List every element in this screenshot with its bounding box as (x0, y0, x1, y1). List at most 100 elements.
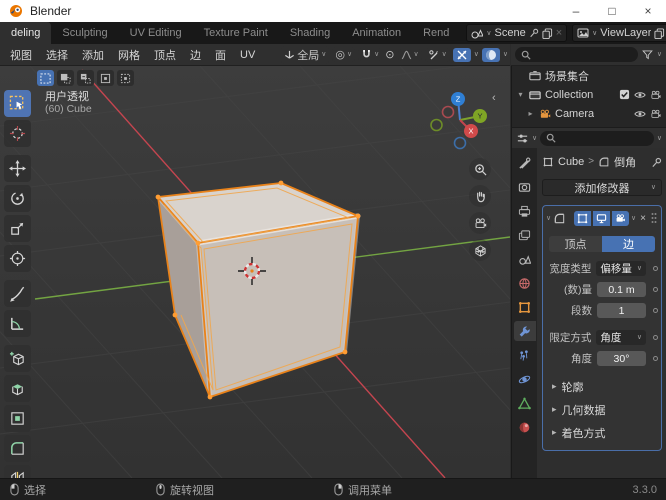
tab-uv-editing[interactable]: UV Editing (119, 22, 193, 44)
chevron-down-icon[interactable]: ∨ (532, 135, 537, 142)
tab-modeling[interactable]: deling (0, 22, 52, 44)
outliner-search-input[interactable] (515, 47, 638, 62)
select-mode-invert-button[interactable] (97, 70, 114, 86)
display-render-toggle[interactable] (612, 210, 630, 226)
inset-faces-tool[interactable] (4, 405, 31, 432)
affect-vertices-button[interactable]: 顶点 (549, 236, 602, 252)
transform-orientation-dropdown[interactable]: 全局 ∨ (281, 45, 330, 64)
add-cube-tool[interactable] (4, 345, 31, 372)
delete-modifier-button[interactable]: × (638, 213, 648, 224)
tab-object-data[interactable] (514, 393, 536, 413)
tab-scene[interactable] (514, 249, 536, 269)
amount-field[interactable]: 0.1 m (596, 282, 646, 297)
falloff-dropdown[interactable]: ∨ (397, 48, 422, 61)
width-type-dropdown[interactable]: 偏移量 ∨ (596, 261, 646, 276)
chevron-down-icon[interactable]: ∨ (657, 51, 662, 58)
decorator-dot[interactable] (653, 266, 658, 271)
shading-mode-toggle[interactable] (481, 47, 500, 62)
new-viewlayer-icon[interactable] (654, 27, 665, 39)
menu-edge[interactable]: 边 (183, 47, 208, 63)
xray-toggle[interactable] (452, 47, 471, 62)
eye-icon[interactable] (634, 90, 646, 100)
limit-method-dropdown[interactable]: 角度 ∨ (596, 330, 646, 345)
select-mode-set-button[interactable] (37, 70, 54, 86)
pan-hand-button[interactable] (469, 185, 491, 207)
decorator-dot[interactable] (653, 287, 658, 292)
outliner-row-collection[interactable]: ▾ Collection (512, 85, 666, 104)
loop-cut-tool[interactable] (4, 465, 31, 478)
extrude-region-tool[interactable] (4, 375, 31, 402)
viewport[interactable]: 用户透视 (60) Cube Z Y X ‹ (0, 66, 510, 478)
tab-physics[interactable] (514, 369, 536, 389)
camera-view-button[interactable] (469, 212, 491, 234)
tab-sculpting[interactable]: Sculpting (51, 22, 118, 44)
segments-field[interactable]: 1 (596, 303, 646, 318)
select-mode-subtract-button[interactable] (77, 70, 94, 86)
decorator-dot[interactable] (653, 335, 658, 340)
tab-modifiers[interactable] (513, 321, 536, 341)
breadcrumb-object[interactable]: Cube (558, 156, 584, 168)
tab-object[interactable] (514, 297, 536, 317)
outliner-row-scene-collection[interactable]: 场景集合 (512, 66, 666, 85)
eye-icon[interactable] (634, 109, 646, 119)
select-box-tool[interactable] (4, 90, 31, 117)
tab-particles[interactable] (514, 345, 536, 365)
scale-tool[interactable] (4, 215, 31, 242)
menu-vertex[interactable]: 顶点 (147, 47, 183, 63)
tab-render[interactable]: Rend (412, 22, 460, 44)
tab-render[interactable] (514, 177, 536, 197)
menu-add[interactable]: 添加 (75, 47, 111, 63)
axis-x-negative-handle[interactable] (441, 105, 455, 119)
bevel-tool[interactable] (4, 435, 31, 462)
move-tool[interactable] (4, 155, 31, 182)
section-shading[interactable]: ▸ 着色方式 (546, 421, 658, 444)
section-geometry[interactable]: ▸ 几何数据 (546, 398, 658, 421)
camera-visibility-icon[interactable] (650, 90, 662, 100)
menu-mesh[interactable]: 网格 (111, 47, 147, 63)
decorator-dot[interactable] (653, 308, 658, 313)
add-modifier-button[interactable]: 添加修改器 ∨ (542, 179, 662, 196)
pivot-point-dropdown[interactable]: ◎ ∨ (332, 47, 356, 62)
display-editmode-toggle[interactable] (574, 210, 592, 226)
chevron-down-icon[interactable]: ∨ (474, 51, 479, 58)
new-scene-icon[interactable] (542, 27, 553, 39)
tab-view-layer[interactable] (514, 225, 536, 245)
tab-texture-paint[interactable]: Texture Paint (193, 22, 279, 44)
select-mode-extend-button[interactable] (57, 70, 74, 86)
zoom-button[interactable] (469, 158, 491, 180)
expand-arrow-icon[interactable]: ∨ (546, 215, 551, 222)
axis-z-negative-handle[interactable] (453, 136, 467, 150)
tab-animation[interactable]: Animation (341, 22, 412, 44)
select-mode-intersect-button[interactable] (117, 70, 134, 86)
navigation-gizmo[interactable]: Z Y X (430, 86, 490, 152)
display-realtime-toggle[interactable] (593, 210, 611, 226)
scene-selector[interactable]: ∨ Scene × (466, 24, 568, 42)
modifier-extras-dropdown[interactable]: ∨ (631, 215, 636, 222)
chevron-down-icon[interactable]: ∨ (503, 51, 508, 58)
axis-y-negative-handle[interactable] (430, 118, 443, 132)
rotate-tool[interactable] (4, 185, 31, 212)
section-profile[interactable]: ▸ 轮廓 (546, 375, 658, 398)
camera-visibility-icon[interactable] (650, 109, 662, 119)
menu-select[interactable]: 选择 (39, 47, 75, 63)
angle-field[interactable]: 30° (596, 351, 646, 366)
tab-output[interactable] (514, 201, 536, 221)
outliner-row-camera[interactable]: ▸ Camera (512, 104, 666, 123)
show-gizmo-dropdown[interactable]: ∨ (424, 47, 450, 62)
collapsed-arrow-icon[interactable]: ▸ (526, 109, 535, 118)
breadcrumb-modifier[interactable]: 倒角 (614, 154, 636, 170)
annotate-tool[interactable] (4, 280, 31, 307)
pin-icon[interactable] (529, 28, 539, 38)
menu-view[interactable]: 视图 (3, 47, 39, 63)
drag-handle-icon[interactable] (650, 212, 658, 224)
chevron-down-icon[interactable]: ∨ (657, 135, 662, 142)
tab-material[interactable] (514, 417, 536, 437)
pin-icon[interactable] (651, 157, 662, 168)
tab-shading[interactable]: Shading (279, 22, 341, 44)
close-button[interactable]: × (630, 0, 666, 22)
affect-edges-button[interactable]: 边 (602, 236, 655, 252)
measure-tool[interactable] (4, 310, 31, 337)
filter-icon[interactable] (642, 49, 653, 60)
checkbox-icon[interactable] (619, 89, 630, 100)
properties-editor-icon[interactable] (516, 132, 529, 145)
